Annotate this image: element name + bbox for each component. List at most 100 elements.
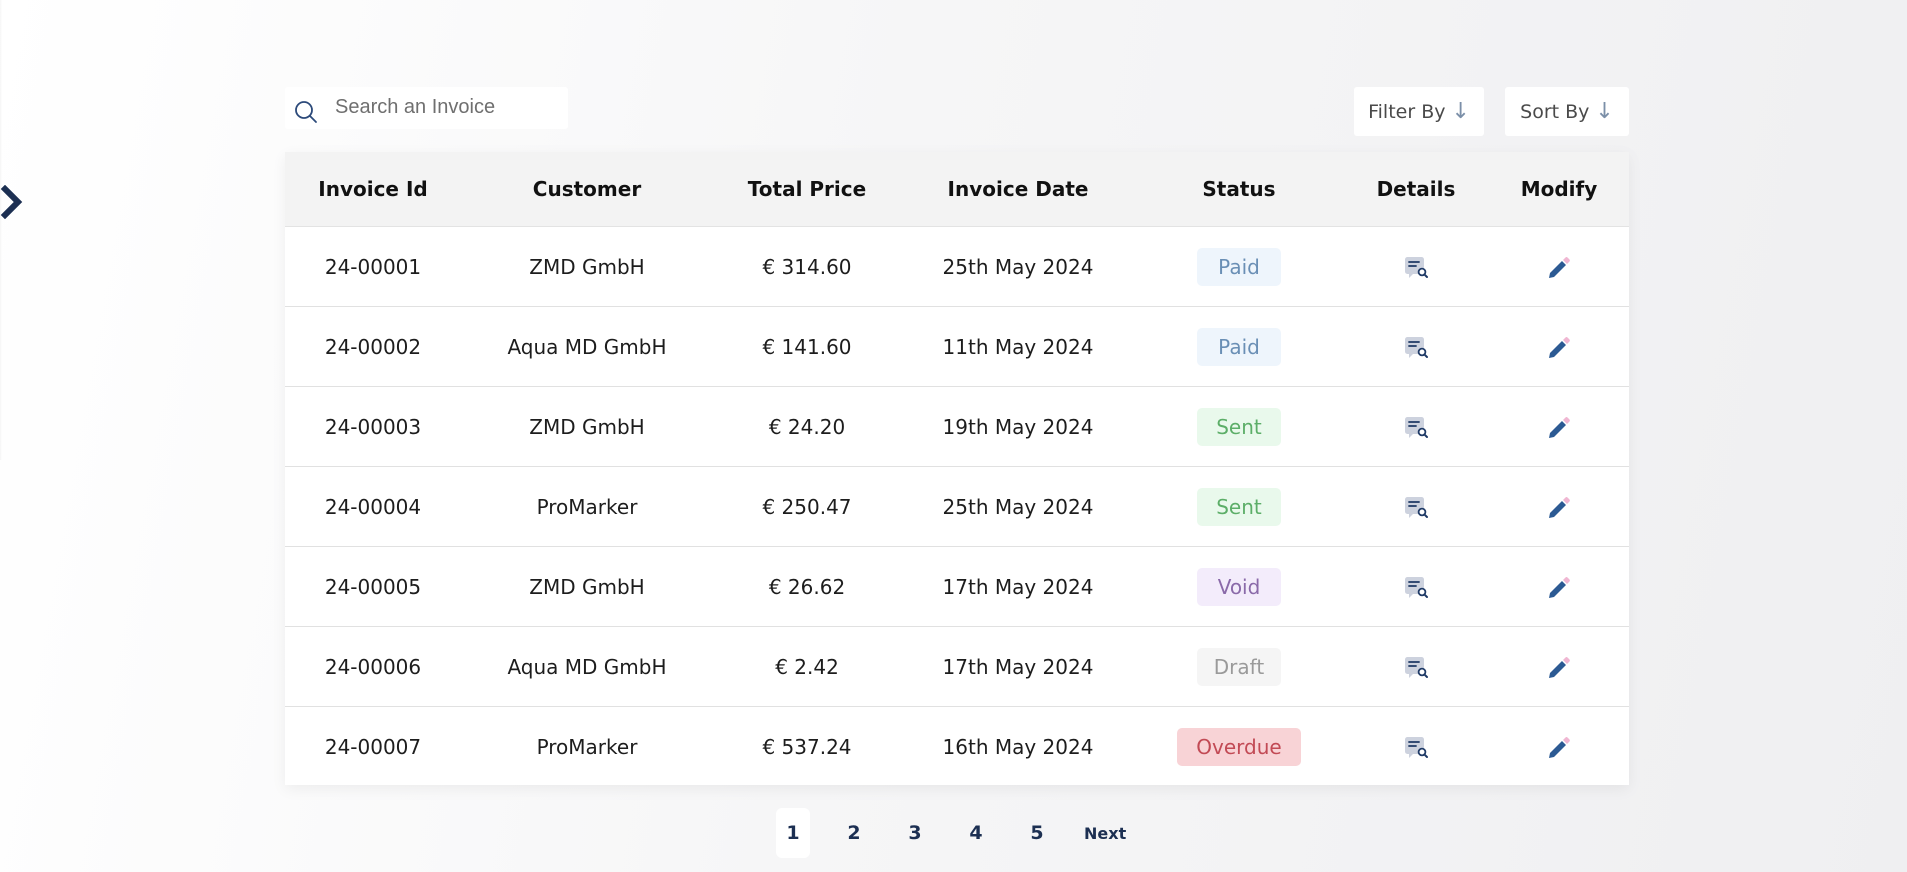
total-price-cell: € 250.47 [762,494,852,519]
pagination-page-5[interactable]: 5 [1020,808,1054,858]
table-row: 24-00006 Aqua MD GmbH € 2.42 17th May 20… [285,627,1629,707]
header-invoice-id: Invoice Id [318,177,428,201]
table-row: 24-00004 ProMarker € 250.47 25th May 202… [285,467,1629,547]
pencil-icon[interactable] [1545,733,1573,761]
invoice-date-cell: 11th May 2024 [942,334,1094,359]
total-price-cell: € 2.42 [775,654,839,679]
invoice-id-cell: 24-00007 [324,735,422,759]
modify-cell [1489,573,1629,601]
table-row: 24-00003 ZMD GmbH € 24.20 19th May 2024 … [285,387,1629,467]
arrow-down-icon: ↓ [1451,99,1470,124]
invoice-date-cell: 19th May 2024 [942,414,1094,439]
pencil-icon[interactable] [1545,493,1573,521]
details-cell [1343,333,1489,361]
invoice-date-cell: 16th May 2024 [942,735,1094,759]
invoice-id-cell: 24-00004 [324,494,422,519]
document-search-icon[interactable] [1402,333,1430,361]
pagination-next-button[interactable]: Next [1084,824,1126,843]
invoice-date-cell: 25th May 2024 [942,494,1094,519]
status-badge: Sent [1197,407,1281,446]
invoice-date-cell: 17th May 2024 [942,654,1094,679]
details-cell [1343,253,1489,281]
search-input[interactable] [333,94,557,120]
modify-cell [1489,653,1629,681]
pagination: 12345 Next [776,808,1126,858]
invoice-date-cell: 25th May 2024 [942,254,1094,279]
status-badge: Void [1197,567,1281,606]
filter-by-button[interactable]: Filter By ↓ [1354,87,1484,136]
sort-by-button[interactable]: Sort By ↓ [1505,87,1629,136]
arrow-down-icon: ↓ [1595,99,1614,124]
sort-by-label: Sort By [1520,100,1590,123]
document-search-icon[interactable] [1402,413,1430,441]
customer-cell: ProMarker [536,735,638,759]
modify-cell [1489,733,1629,761]
filter-by-label: Filter By [1368,100,1446,123]
status-cell: Sent [1135,407,1343,446]
pagination-page-2[interactable]: 2 [837,808,871,858]
total-price-cell: € 26.62 [768,574,846,599]
invoice-id-cell: 24-00005 [324,574,422,599]
invoice-id-cell: 24-00006 [324,654,422,679]
invoice-page: Filter By ↓ Sort By ↓ Invoice Id Custome… [0,0,1907,872]
pagination-page-3[interactable]: 3 [898,808,932,858]
invoice-id-cell: 24-00002 [324,334,422,359]
header-status: Status [1202,177,1276,201]
search-icon [295,101,317,123]
sidebar-toggle-button[interactable] [0,180,32,224]
invoice-id-cell: 24-00003 [324,414,422,439]
status-cell: Paid [1135,247,1343,286]
customer-cell: ZMD GmbH [529,574,645,599]
customer-cell: ZMD GmbH [529,254,645,279]
details-cell [1343,573,1489,601]
document-search-icon[interactable] [1402,653,1430,681]
document-search-icon[interactable] [1402,253,1430,281]
pagination-pages: 12345 [776,808,1081,858]
search-box [285,87,568,129]
total-price-cell: € 24.20 [768,414,846,439]
status-cell: Overdue [1135,728,1343,766]
details-cell [1343,493,1489,521]
modify-cell [1489,333,1629,361]
sidebar-edge [0,0,2,460]
document-search-icon[interactable] [1402,493,1430,521]
document-search-icon[interactable] [1402,733,1430,761]
pagination-page-1[interactable]: 1 [776,808,810,858]
table-row: 24-00001 ZMD GmbH € 314.60 25th May 2024… [285,227,1629,307]
header-total-price: Total Price [747,177,867,201]
details-cell [1343,653,1489,681]
pencil-icon[interactable] [1545,573,1573,601]
status-badge: Draft [1197,647,1281,686]
table-body: 24-00001 ZMD GmbH € 314.60 25th May 2024… [285,227,1629,787]
status-cell: Paid [1135,327,1343,366]
header-details: Details [1376,177,1456,201]
chevron-right-icon [0,185,23,219]
invoice-id-cell: 24-00001 [324,254,422,279]
pencil-icon[interactable] [1545,253,1573,281]
invoice-table: Invoice Id Customer Total Price Invoice … [285,152,1629,785]
status-cell: Sent [1135,487,1343,526]
header-customer: Customer [532,177,642,201]
modify-cell [1489,413,1629,441]
pagination-page-4[interactable]: 4 [959,808,993,858]
pencil-icon[interactable] [1545,413,1573,441]
table-row: 24-00007 ProMarker € 537.24 16th May 202… [285,707,1629,787]
status-cell: Draft [1135,647,1343,686]
customer-cell: Aqua MD GmbH [507,654,667,679]
details-cell [1343,733,1489,761]
status-cell: Void [1135,567,1343,606]
customer-cell: ZMD GmbH [529,414,645,439]
total-price-cell: € 141.60 [762,334,852,359]
pencil-icon[interactable] [1545,333,1573,361]
customer-cell: Aqua MD GmbH [507,334,667,359]
pencil-icon[interactable] [1545,653,1573,681]
details-cell [1343,413,1489,441]
total-price-cell: € 314.60 [762,254,852,279]
invoice-date-cell: 17th May 2024 [942,574,1094,599]
header-invoice-date: Invoice Date [947,177,1089,201]
document-search-icon[interactable] [1402,573,1430,601]
modify-cell [1489,493,1629,521]
modify-cell [1489,253,1629,281]
table-row: 24-00002 Aqua MD GmbH € 141.60 11th May … [285,307,1629,387]
status-badge: Paid [1197,247,1281,286]
